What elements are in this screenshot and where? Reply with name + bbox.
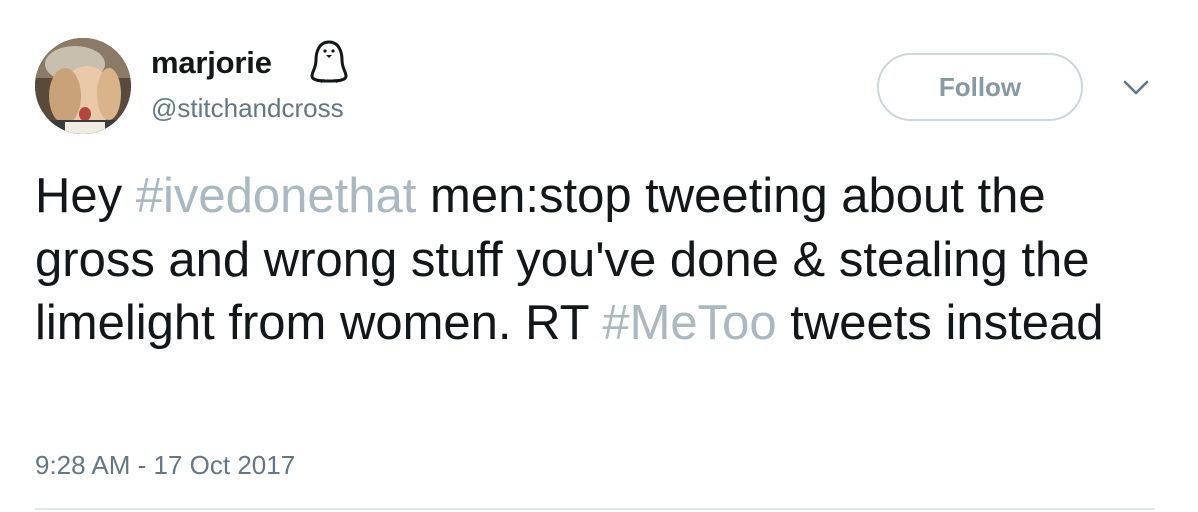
hashtag-link[interactable]: #MeToo	[602, 296, 776, 350]
divider	[35, 508, 1155, 510]
avatar-image	[35, 38, 131, 134]
avatar[interactable]	[35, 38, 131, 134]
follow-button[interactable]: Follow	[877, 53, 1083, 121]
penguin-icon	[310, 40, 348, 83]
tweet-text-part: tweets instead	[776, 296, 1104, 350]
tweet-text: Hey #ivedonethat men:stop tweeting about…	[35, 165, 1155, 356]
author-display-name[interactable]: marjorie	[151, 43, 272, 83]
tweet-timestamp[interactable]: 9:28 AM - 17 Oct 2017	[35, 449, 295, 481]
chevron-down-icon[interactable]	[1121, 76, 1151, 100]
author-handle[interactable]: @stitchandcross	[151, 92, 344, 124]
hashtag-link[interactable]: #ivedonethat	[136, 169, 417, 223]
tweet-text-part: Hey	[35, 169, 136, 223]
